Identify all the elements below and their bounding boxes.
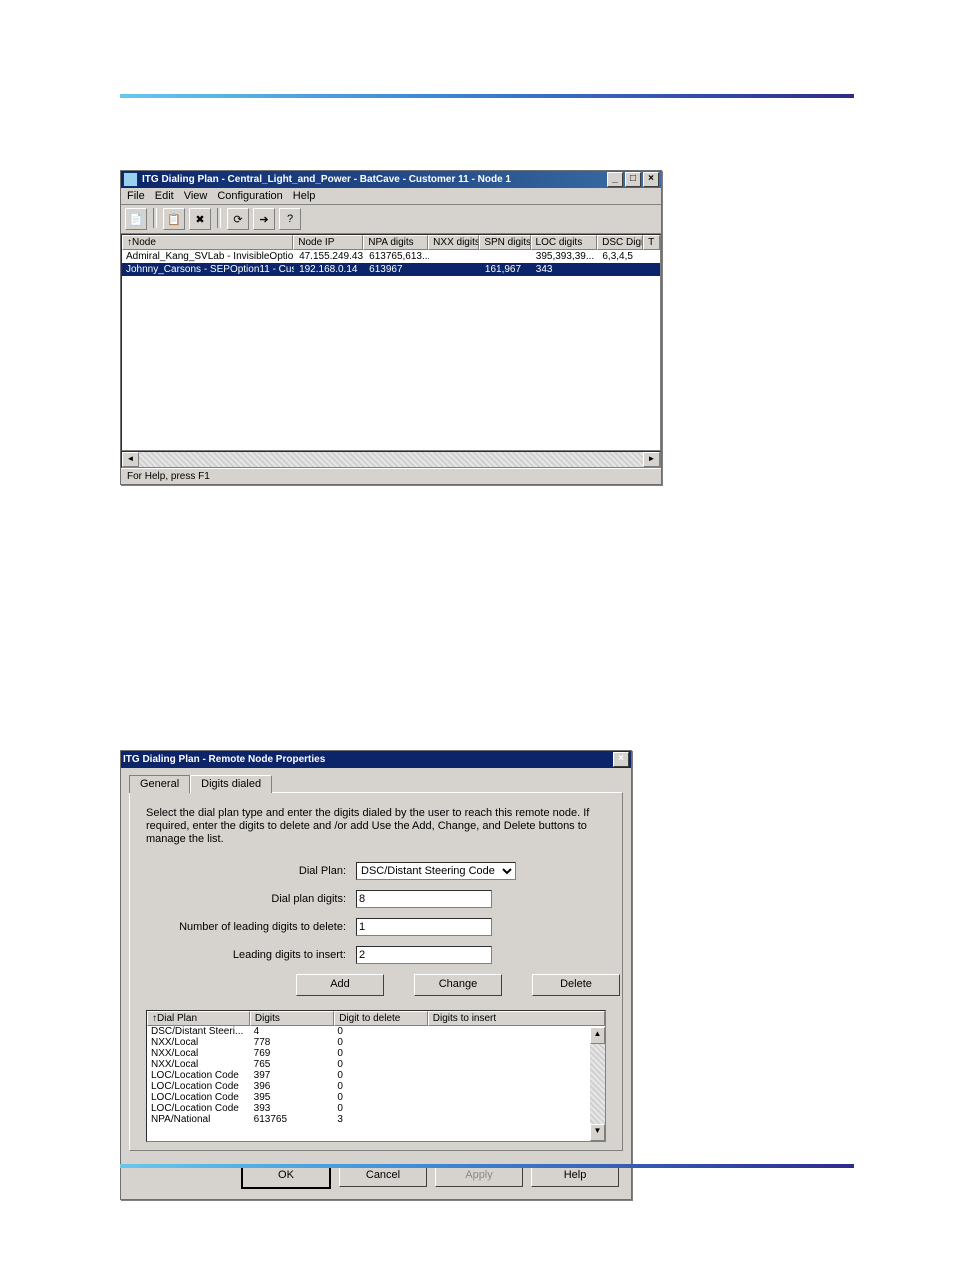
new-icon[interactable]: 📄 — [125, 208, 147, 230]
tab-general[interactable]: General — [129, 775, 190, 793]
horizontal-scrollbar[interactable]: ◄ ► — [121, 451, 661, 468]
table-row[interactable]: Johnny_Carsons - SEPOption11 - Customer … — [122, 263, 660, 276]
list-item[interactable]: LOC/Location Code 397 0 — [147, 1070, 605, 1081]
col-nxx[interactable]: NXX digits — [428, 235, 479, 250]
col-spn[interactable]: SPN digits — [479, 235, 530, 250]
scroll-track[interactable] — [139, 452, 643, 467]
list-item[interactable]: LOC/Location Code 396 0 — [147, 1081, 605, 1092]
nav-icon[interactable]: ➔ — [253, 208, 275, 230]
change-button[interactable]: Change — [414, 974, 502, 996]
apply-button[interactable]: Apply — [435, 1165, 523, 1187]
num-delete-label: Number of leading digits to delete: — [146, 921, 356, 933]
toolbar: 📄 📋 ✖ ⟳ ➔ ? — [121, 205, 661, 234]
list-item[interactable]: NXX/Local 765 0 — [147, 1059, 605, 1070]
col-dsc[interactable]: DSC Digits — [597, 235, 643, 250]
menu-file[interactable]: File — [127, 190, 145, 202]
dial-plan-select[interactable]: DSC/Distant Steering Code — [356, 862, 516, 880]
status-bar: For Help, press F1 — [121, 468, 661, 484]
node-grid[interactable]: ↑Node Node IP NPA digits NXX digits SPN … — [121, 234, 661, 451]
grid-header: ↑Node Node IP NPA digits NXX digits SPN … — [122, 235, 660, 250]
page-bottom-rule — [120, 1164, 854, 1168]
toolbar-separator — [217, 208, 221, 228]
tab-digits-dialed[interactable]: Digits dialed — [190, 775, 272, 793]
menu-view[interactable]: View — [184, 190, 208, 202]
leading-insert-label: Leading digits to insert: — [146, 949, 356, 961]
instructions-text: Select the dial plan type and enter the … — [146, 807, 606, 846]
col-ip[interactable]: Node IP — [293, 235, 363, 250]
ok-button[interactable]: OK — [241, 1165, 331, 1189]
window-title: ITG Dialing Plan - Central_Light_and_Pow… — [142, 174, 607, 185]
list-item[interactable]: LOC/Location Code 393 0 — [147, 1103, 605, 1114]
menu-configuration[interactable]: Configuration — [217, 190, 282, 202]
col-npa[interactable]: NPA digits — [363, 235, 428, 250]
scroll-track[interactable] — [590, 1044, 605, 1124]
list-item[interactable]: LOC/Location Code 395 0 — [147, 1092, 605, 1103]
col-digits[interactable]: Digits — [250, 1011, 334, 1026]
dial-plan-label: Dial Plan: — [146, 865, 356, 877]
list-header: ↑Dial Plan Digits Digit to delete Digits… — [147, 1011, 605, 1026]
help-button[interactable]: Help — [531, 1165, 619, 1187]
menu-bar: File Edit View Configuration Help — [121, 188, 661, 205]
delete-button[interactable]: Delete — [532, 974, 620, 996]
tab-strip: General Digits dialed — [121, 768, 631, 792]
close-button[interactable]: × — [613, 752, 629, 767]
list-item[interactable]: NXX/Local 769 0 — [147, 1048, 605, 1059]
toolbar-separator — [153, 208, 157, 228]
col-t[interactable]: T — [643, 235, 660, 250]
app-icon — [123, 172, 138, 187]
close-button[interactable]: × — [643, 172, 659, 187]
scroll-right-icon[interactable]: ► — [643, 452, 660, 467]
itg-dialing-plan-window: ITG Dialing Plan - Central_Light_and_Pow… — [120, 170, 662, 485]
list-item[interactable]: NPA/National 613765 3 — [147, 1114, 605, 1125]
list-item[interactable]: NXX/Local 778 0 — [147, 1037, 605, 1048]
table-row[interactable]: Admiral_Kang_SVLab - InvisibleOption11 -… — [122, 250, 660, 263]
list-item[interactable]: DSC/Distant Steeri... 4 0 — [147, 1026, 605, 1037]
col-delete[interactable]: Digit to delete — [334, 1011, 428, 1026]
dial-plan-list[interactable]: ↑Dial Plan Digits Digit to delete Digits… — [146, 1010, 606, 1142]
menu-edit[interactable]: Edit — [155, 190, 174, 202]
title-bar: ITG Dialing Plan - Remote Node Propertie… — [121, 751, 631, 768]
menu-help[interactable]: Help — [293, 190, 316, 202]
minimize-button[interactable]: _ — [607, 172, 623, 187]
tab-panel: Select the dial plan type and enter the … — [129, 792, 623, 1151]
col-insert[interactable]: Digits to insert — [428, 1011, 605, 1026]
vertical-scrollbar[interactable]: ▲ ▼ — [590, 1027, 605, 1141]
remote-node-properties-dialog: ITG Dialing Plan - Remote Node Propertie… — [120, 750, 632, 1200]
refresh-icon[interactable]: ⟳ — [227, 208, 249, 230]
scroll-up-icon[interactable]: ▲ — [590, 1027, 605, 1044]
scroll-down-icon[interactable]: ▼ — [590, 1124, 605, 1141]
action-button-row: Add Change Delete — [296, 974, 606, 996]
title-bar: ITG Dialing Plan - Central_Light_and_Pow… — [121, 171, 661, 188]
dialog-title: ITG Dialing Plan - Remote Node Propertie… — [123, 754, 613, 765]
col-dial-plan[interactable]: ↑Dial Plan — [147, 1011, 250, 1026]
col-node[interactable]: ↑Node — [122, 235, 293, 250]
num-delete-input[interactable] — [356, 918, 492, 936]
cancel-button[interactable]: Cancel — [339, 1165, 427, 1187]
delete-icon[interactable]: ✖ — [189, 208, 211, 230]
add-button[interactable]: Add — [296, 974, 384, 996]
scroll-left-icon[interactable]: ◄ — [122, 452, 139, 467]
help-icon[interactable]: ? — [279, 208, 301, 230]
leading-insert-input[interactable] — [356, 946, 492, 964]
page-top-rule — [120, 94, 854, 98]
copy-icon[interactable]: 📋 — [163, 208, 185, 230]
dial-plan-digits-input[interactable] — [356, 890, 492, 908]
maximize-button[interactable]: □ — [625, 172, 641, 187]
dial-plan-digits-label: Dial plan digits: — [146, 893, 356, 905]
col-loc[interactable]: LOC digits — [531, 235, 598, 250]
